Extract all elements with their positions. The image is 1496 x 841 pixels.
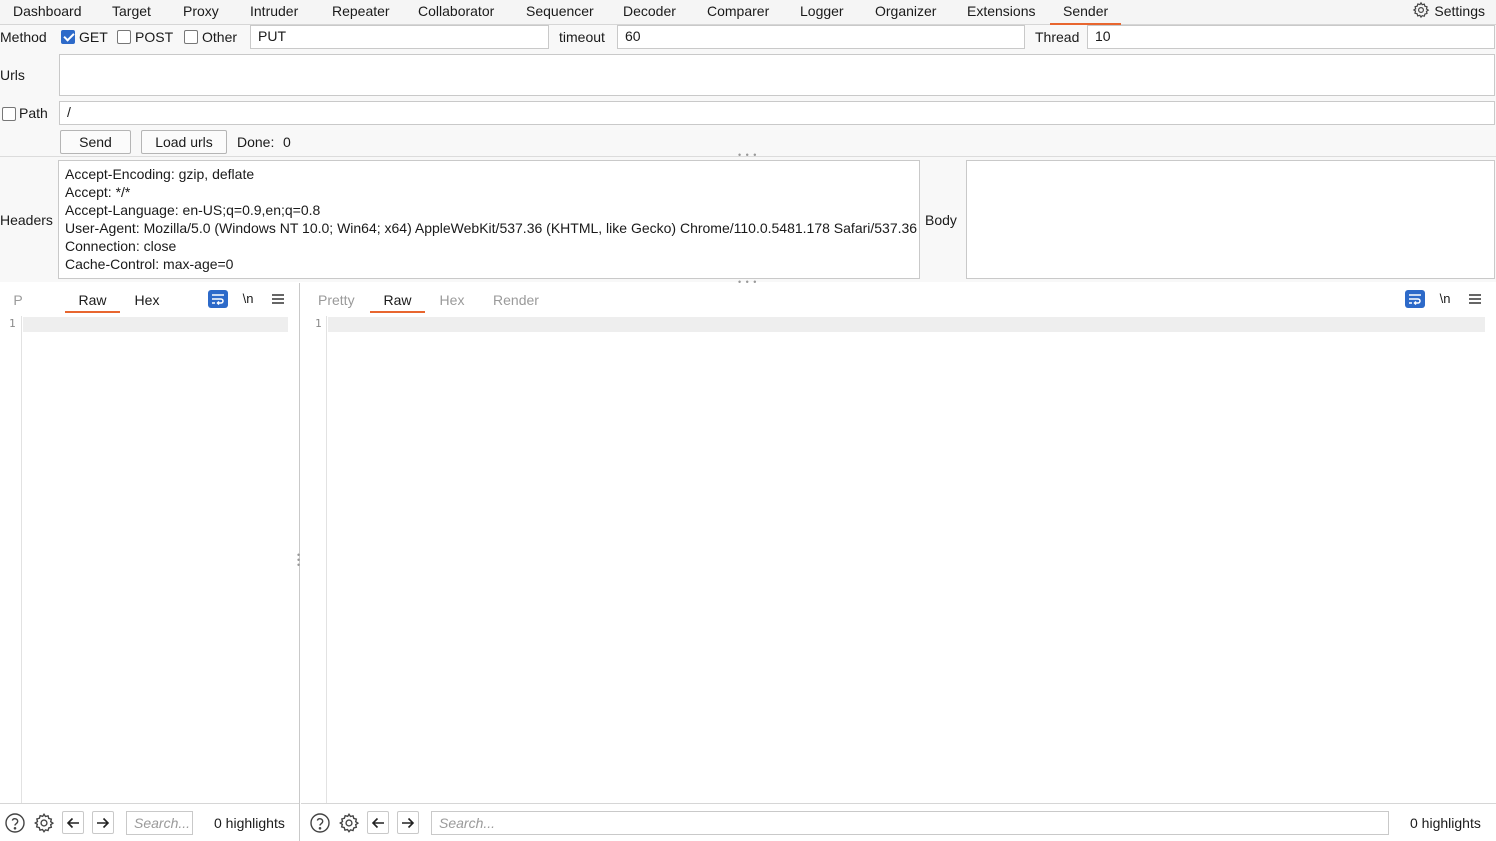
load-urls-button[interactable]: Load urls [141, 130, 227, 154]
timeout-input[interactable]: 60 [617, 25, 1025, 49]
other-checkbox[interactable] [184, 30, 198, 44]
editor-tab-hex[interactable]: Hex [437, 291, 467, 313]
arrow-left-icon [66, 817, 79, 829]
tab-organizer[interactable]: Organizer [875, 0, 936, 25]
highlights-count: 0 highlights [1410, 815, 1481, 831]
tab-target[interactable]: Target [112, 0, 151, 25]
editor-tab-render[interactable]: Render [493, 291, 539, 313]
editor-tab-raw[interactable]: Raw [370, 291, 425, 313]
previous-match-button[interactable] [62, 811, 84, 834]
line-number: 1 [315, 317, 322, 330]
editor-status-bar: Search... 0 highlights [301, 803, 1496, 841]
current-line-highlight [23, 317, 288, 332]
current-line-highlight [328, 317, 1485, 332]
arrow-left-icon [371, 817, 384, 829]
next-match-button[interactable] [92, 811, 114, 834]
other-label: Other [202, 29, 238, 45]
path-checkbox[interactable] [2, 107, 16, 121]
previous-match-button[interactable] [367, 811, 389, 834]
post-checkbox[interactable] [117, 30, 131, 44]
tab-comparer[interactable]: Comparer [707, 0, 769, 25]
highlights-count: 0 highlights [214, 815, 285, 831]
response-editor-pane: Pretty Raw Hex Render \n 1 Search... 0 h… [301, 283, 1496, 841]
headers-body-section: Headers Accept-Encoding: gzip, deflate A… [0, 156, 1496, 287]
editor-tab-pretty[interactable]: Pretty [318, 291, 355, 313]
menu-icon[interactable] [1467, 290, 1483, 308]
request-editor-pane: P Raw Hex \n 1 • • • Search... 0 highlight… [0, 283, 300, 841]
line-gutter [301, 316, 327, 803]
tab-sender[interactable]: Sender [1050, 0, 1122, 25]
newline-toggle[interactable]: \n [1437, 290, 1453, 308]
thread-input[interactable]: 10 [1087, 25, 1495, 49]
header-line: Accept-Language: en-US;q=0.9,en;q=0.8 [65, 202, 321, 218]
tab-collaborator[interactable]: Collaborator [418, 0, 494, 25]
gear-icon [1413, 1, 1430, 19]
settings-label: Settings [1434, 3, 1485, 19]
done-count: 0 [283, 134, 291, 150]
gear-icon[interactable] [338, 812, 360, 834]
tab-decoder[interactable]: Decoder [623, 0, 676, 25]
editor-tab-pretty[interactable]: P [13, 291, 23, 313]
editor-tab-raw[interactable]: Raw [65, 291, 120, 313]
method-label: Method [0, 29, 47, 45]
urls-textarea[interactable] [59, 54, 1495, 96]
tab-intruder[interactable]: Intruder [250, 0, 298, 25]
header-line: Accept-Encoding: gzip, deflate [65, 166, 255, 182]
thread-label: Thread [1035, 29, 1080, 45]
help-icon[interactable] [309, 812, 331, 834]
arrow-right-icon [402, 817, 415, 829]
gear-icon[interactable] [33, 812, 55, 834]
editor-status-bar: Search... 0 highlights [0, 803, 299, 841]
done-label: Done: [237, 134, 275, 150]
timeout-label: timeout [559, 29, 605, 45]
get-checkbox[interactable] [61, 30, 75, 44]
help-icon[interactable] [4, 812, 26, 834]
header-line: User-Agent: Mozilla/5.0 (Windows NT 10.0… [65, 220, 918, 236]
path-input[interactable]: / [59, 101, 1495, 125]
search-input[interactable]: Search... [126, 811, 193, 835]
body-textarea[interactable] [966, 160, 1495, 279]
tab-dashboard[interactable]: Dashboard [13, 0, 82, 25]
editor-tab-hex[interactable]: Hex [128, 291, 166, 313]
wrap-icon [212, 294, 224, 306]
settings-button[interactable]: Settings [1412, 0, 1485, 25]
tab-repeater[interactable]: Repeater [332, 0, 390, 25]
sender-config: Method GET POST Other PUT timeout 60 Thr… [0, 25, 1496, 160]
tab-sequencer[interactable]: Sequencer [526, 0, 594, 25]
wrap-icon [1409, 294, 1421, 306]
header-line: Cache-Control: max-age=0 [65, 256, 234, 272]
method-input[interactable]: PUT [250, 25, 549, 49]
tab-extensions[interactable]: Extensions [967, 0, 1035, 25]
path-label: Path [19, 105, 48, 121]
newline-toggle[interactable]: \n [240, 290, 256, 308]
body-label: Body [925, 212, 957, 228]
menu-icon[interactable] [270, 290, 286, 308]
tab-logger[interactable]: Logger [800, 0, 844, 25]
word-wrap-toggle[interactable] [1405, 290, 1425, 308]
header-line: Accept: */* [65, 184, 131, 200]
arrow-right-icon [97, 817, 110, 829]
headers-label: Headers [0, 212, 53, 228]
next-match-button[interactable] [397, 811, 419, 834]
headers-textarea[interactable]: Accept-Encoding: gzip, deflate Accept: *… [58, 160, 920, 279]
header-line: Connection: close [65, 238, 177, 254]
post-label: POST [135, 29, 174, 45]
get-label: GET [79, 29, 108, 45]
tab-proxy[interactable]: Proxy [183, 0, 219, 25]
send-button[interactable]: Send [60, 130, 131, 154]
line-number: 1 [9, 317, 16, 330]
main-tab-bar: Dashboard Target Proxy Intruder Repeater… [0, 0, 1496, 25]
word-wrap-toggle[interactable] [208, 290, 228, 308]
line-gutter [0, 316, 22, 803]
urls-label: Urls [0, 67, 25, 83]
search-input[interactable]: Search... [431, 811, 1389, 835]
